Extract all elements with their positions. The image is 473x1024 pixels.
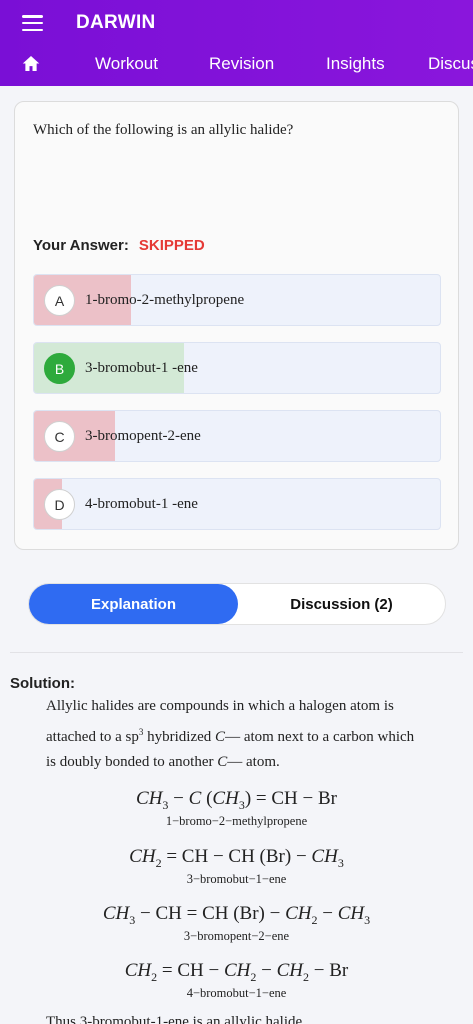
option-c[interactable]: C 3-bromopent-2-ene: [33, 410, 441, 462]
equation-1: CH3 − C (CH3) = CH − Br 1−bromo−2−methyl…: [0, 788, 473, 829]
tab-workout[interactable]: Workout: [95, 54, 158, 74]
your-answer: Your Answer: SKIPPED: [33, 237, 205, 254]
divider: [10, 652, 463, 653]
option-a-text: 1-bromo-2-methylpropene: [85, 292, 245, 308]
equation-3: CH3 − CH = CH (Br) − CH2 − CH3 3−bromope…: [0, 903, 473, 944]
explanation-tab[interactable]: Explanation: [29, 584, 238, 624]
equation-2: CH2 = CH − CH (Br) − CH3 3−bromobut−1−en…: [0, 846, 473, 887]
answer-label: Your Answer:: [33, 237, 129, 254]
solution-line-3: is doubly bonded to another C— atom.: [46, 754, 280, 770]
option-b-text: 3-bromobut-1 -ene: [85, 360, 198, 376]
app-bar: DARWIN Workout Revision Insights Discuss: [0, 0, 473, 86]
solution-line-1: Allylic halides are compounds in which a…: [46, 698, 394, 714]
tab-discuss[interactable]: Discuss: [428, 54, 473, 74]
option-a-letter: A: [44, 285, 75, 316]
option-d[interactable]: D 4-bromobut-1 -ene: [33, 478, 441, 530]
option-c-text: 3-bromopent-2-ene: [85, 428, 201, 444]
discussion-tab[interactable]: Discussion (2): [238, 584, 445, 624]
tab-insights[interactable]: Insights: [326, 54, 385, 74]
app-title: DARWIN: [76, 12, 156, 33]
option-b-letter: B: [44, 353, 75, 384]
solution-line-2: attached to a sp3 hybridized C— atom nex…: [46, 726, 415, 745]
solution-text: Allylic halides are compounds in which a…: [46, 694, 464, 776]
equation-3-name: 3−bromopent−2−ene: [183, 928, 290, 943]
tab-revision[interactable]: Revision: [209, 54, 274, 74]
option-d-letter: D: [44, 489, 75, 520]
equation-2-name: 3−bromobut−1−ene: [186, 871, 287, 886]
answer-status: SKIPPED: [138, 237, 205, 254]
explanation-discussion-toggle: Explanation Discussion (2): [28, 583, 446, 625]
menu-icon[interactable]: [22, 15, 43, 31]
home-icon[interactable]: [22, 55, 40, 72]
question-text: Which of the following is an allylic hal…: [33, 122, 294, 138]
equation-4-name: 4−bromobut−1−ene: [186, 985, 287, 1000]
equation-4: CH2 = CH − CH2 − CH2 − Br 4−bromobut−1−e…: [0, 960, 473, 1001]
option-c-letter: C: [44, 421, 75, 452]
solution-conclusion: Thus 3-bromobut-1-ene is an allylic hali…: [46, 1014, 306, 1024]
solution-heading: Solution:: [10, 675, 75, 692]
option-d-text: 4-bromobut-1 -ene: [85, 496, 198, 512]
equation-1-name: 1−bromo−2−methylpropene: [165, 813, 308, 828]
option-a[interactable]: A 1-bromo-2-methylpropene: [33, 274, 441, 326]
question-card: Which of the following is an allylic hal…: [14, 101, 459, 550]
option-b[interactable]: B 3-bromobut-1 -ene: [33, 342, 441, 394]
